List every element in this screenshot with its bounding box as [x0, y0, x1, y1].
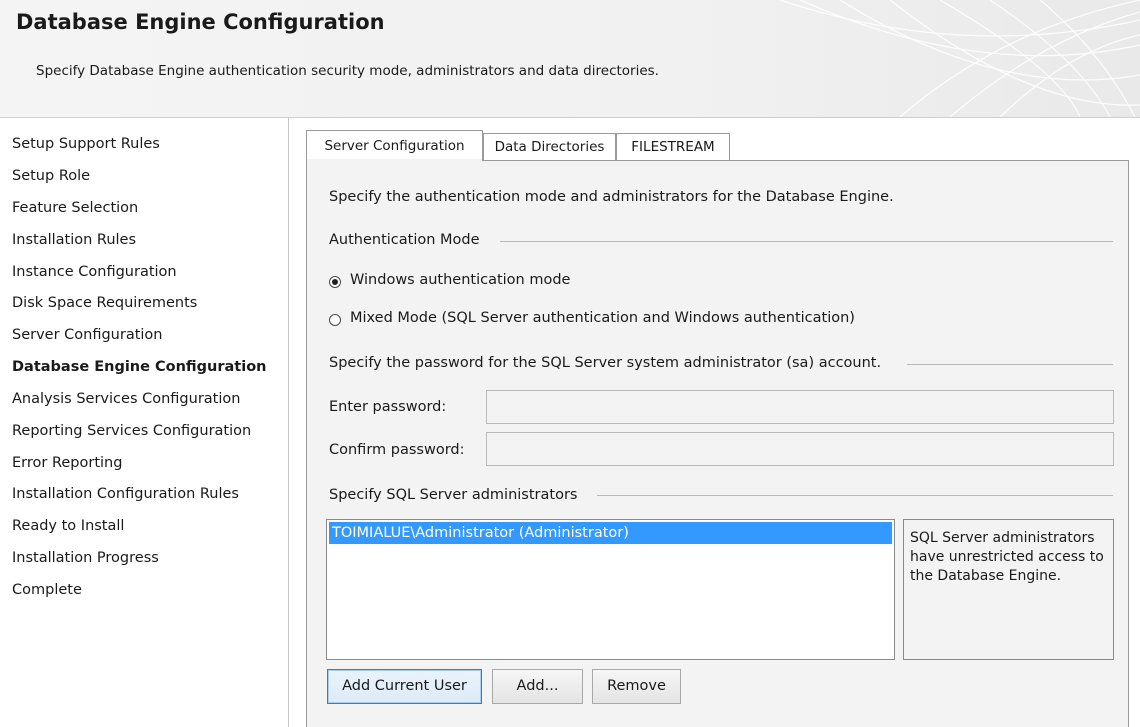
nav-item-error-reporting[interactable]: Error Reporting — [12, 450, 122, 476]
header-globe-decoration — [780, 0, 1140, 117]
mixed-mode-radio-label[interactable]: Mixed Mode (SQL Server authentication an… — [350, 310, 855, 326]
nav-item-disk-space-requirements[interactable]: Disk Space Requirements — [12, 290, 197, 316]
nav-item-installation-rules[interactable]: Installation Rules — [12, 227, 136, 253]
nav-item-setup-support-rules[interactable]: Setup Support Rules — [12, 131, 160, 157]
enter-password-field[interactable] — [486, 390, 1114, 424]
nav-item-instance-configuration[interactable]: Instance Configuration — [12, 259, 177, 285]
admins-group-line — [597, 495, 1113, 496]
mixed-mode-radio[interactable] — [329, 314, 341, 326]
windows-auth-radio-label[interactable]: Windows authentication mode — [350, 272, 570, 288]
nav-item-complete[interactable]: Complete — [12, 577, 82, 603]
add-button[interactable]: Add... — [492, 669, 583, 704]
nav-item-database-engine-configuration[interactable]: Database Engine Configuration — [12, 354, 267, 380]
page-title: Database Engine Configuration — [16, 10, 385, 34]
auth-mode-group-label: Authentication Mode — [329, 232, 480, 248]
admins-listbox[interactable]: TOIMIALUE\Administrator (Administrator) — [326, 519, 895, 660]
admins-info-box: SQL Server administrators have unrestric… — [903, 519, 1114, 660]
windows-auth-radio[interactable] — [329, 276, 341, 288]
list-item[interactable]: TOIMIALUE\Administrator (Administrator) — [329, 522, 892, 544]
nav-item-feature-selection[interactable]: Feature Selection — [12, 195, 138, 221]
confirm-password-field[interactable] — [486, 432, 1114, 466]
confirm-password-label: Confirm password: — [329, 442, 465, 458]
auth-mode-group-line — [500, 241, 1113, 242]
add-current-user-button[interactable]: Add Current User — [327, 669, 482, 704]
nav-item-ready-to-install[interactable]: Ready to Install — [12, 513, 124, 539]
nav-item-installation-configuration-rules[interactable]: Installation Configuration Rules — [12, 481, 239, 507]
nav-item-analysis-services-configuration[interactable]: Analysis Services Configuration — [12, 386, 240, 412]
admins-group-label: Specify SQL Server administrators — [329, 487, 578, 503]
tab-data-directories[interactable]: Data Directories — [483, 133, 616, 160]
tab-filestream[interactable]: FILESTREAM — [616, 133, 730, 160]
nav-item-installation-progress[interactable]: Installation Progress — [12, 545, 159, 571]
nav-item-setup-role[interactable]: Setup Role — [12, 163, 90, 189]
enter-password-label: Enter password: — [329, 399, 447, 415]
page-subtitle: Specify Database Engine authentication s… — [36, 63, 659, 79]
nav-item-server-configuration[interactable]: Server Configuration — [12, 322, 163, 348]
tab-server-configuration[interactable]: Server Configuration — [306, 130, 483, 161]
password-group-line — [907, 364, 1113, 365]
password-group-label: Specify the password for the SQL Server … — [329, 355, 882, 371]
page-header: Database Engine Configuration Specify Da… — [0, 0, 1140, 118]
intro-text: Specify the authentication mode and admi… — [329, 189, 894, 205]
remove-button[interactable]: Remove — [592, 669, 681, 704]
radio-selected-dot — [332, 279, 338, 285]
selected-tab-joiner — [307, 159, 482, 162]
nav-divider — [288, 117, 289, 727]
nav-item-reporting-services-configuration[interactable]: Reporting Services Configuration — [12, 418, 251, 444]
wizard-steps-nav: Setup Support Rules Setup Role Feature S… — [0, 128, 290, 727]
